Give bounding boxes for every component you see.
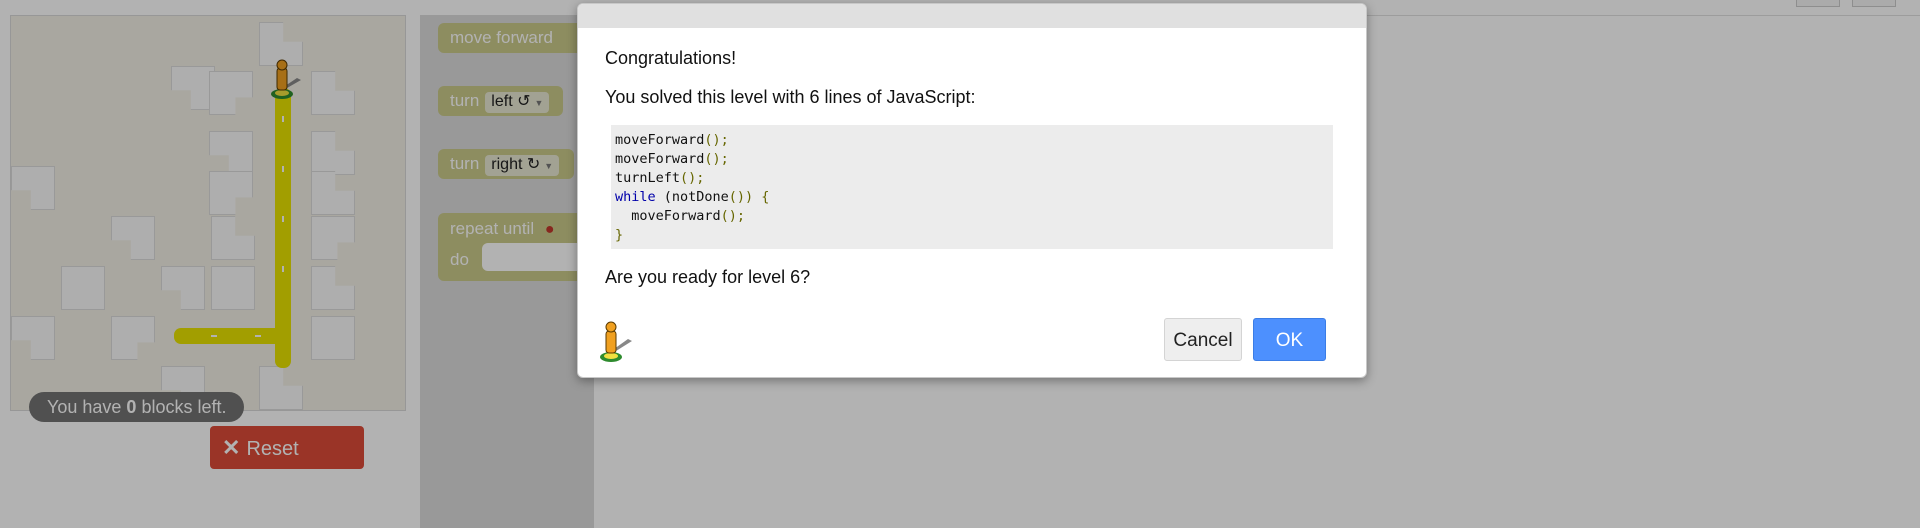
dialog-header <box>578 4 1366 28</box>
code-block: moveForward(); moveForward(); turnLeft(); w… <box>611 125 1333 249</box>
cancel-button[interactable]: Cancel <box>1164 318 1242 361</box>
code-token: (); <box>680 170 705 186</box>
code-line: moveForward(); <box>615 207 1329 226</box>
code-token: ()) { <box>728 189 770 205</box>
code-token: (); <box>720 208 746 224</box>
code-token: moveForward <box>615 208 721 224</box>
code-token: (); <box>704 151 729 167</box>
code-line: while (notDone()) { <box>615 188 1329 207</box>
code-keyword: while <box>615 189 656 205</box>
solved-message: You solved this level with 6 lines of Ja… <box>605 87 976 107</box>
code-token: (notDone <box>655 189 729 205</box>
code-line: turnLeft(); <box>615 169 1329 188</box>
congrats-dialog: Congratulations! You solved this level w… <box>577 3 1367 378</box>
code-token: moveForward <box>615 151 705 167</box>
pegman-icon <box>600 321 632 362</box>
code-line: moveForward(); <box>615 150 1329 169</box>
congrats-heading: Congratulations! <box>605 48 737 68</box>
code-line: moveForward(); <box>615 131 1329 150</box>
code-token: } <box>615 227 624 243</box>
code-token: turnLeft <box>615 170 681 186</box>
next-level-prompt: Are you ready for level 6? <box>605 267 811 287</box>
code-token: (); <box>704 132 729 148</box>
ok-button[interactable]: OK <box>1253 318 1326 361</box>
code-line: } <box>615 226 1329 245</box>
code-token: moveForward <box>615 132 705 148</box>
